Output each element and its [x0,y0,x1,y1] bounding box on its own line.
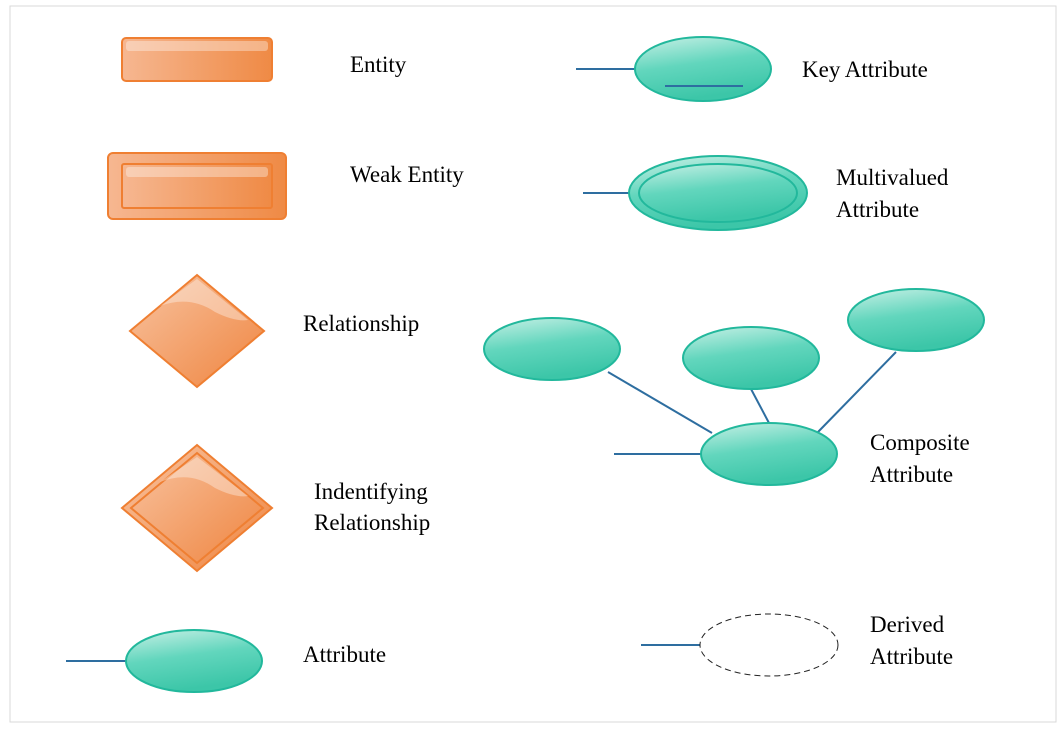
multivalued-attribute-shape [628,155,808,231]
sub-attribute-shape [682,326,820,390]
relationship-label: Relationship [303,311,419,336]
composite-attribute-shape [700,422,838,486]
key-attribute-label: Key Attribute [802,57,928,82]
er-notation-diagram: Entity Weak Entity Relationship Indentif… [9,5,1057,723]
sub-attribute-shape [483,317,621,381]
attribute-shape [125,629,263,693]
key-attribute-shape [634,36,772,102]
weak-entity-label: Weak Entity [350,162,464,187]
entity-label: Entity [350,52,407,77]
sub-attribute-shape [847,288,985,352]
weak-entity-shape [107,152,287,220]
entity-shape [121,37,273,82]
attribute-label: Attribute [303,642,386,667]
